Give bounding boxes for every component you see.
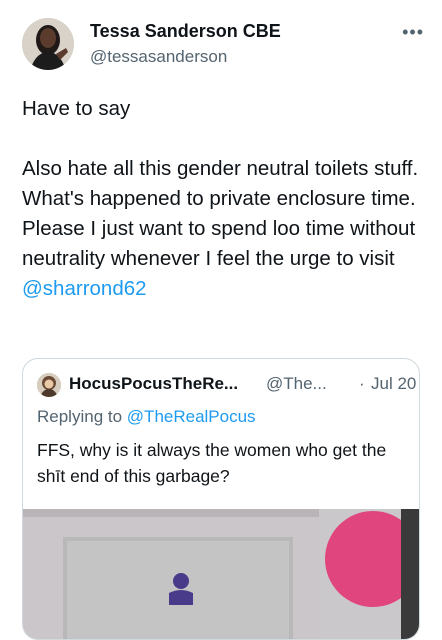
replying-to-mention[interactable]: @TheRealPocus xyxy=(127,407,256,426)
author-handle[interactable]: @tessasanderson xyxy=(90,46,281,68)
quoted-tweet-header: HocusPocusTheRe... @The... · Jul 20 xyxy=(37,373,416,397)
tweet-header: Tessa Sanderson CBE @tessasanderson ••• xyxy=(22,18,424,74)
tweet-text-line1: Have to say xyxy=(22,97,131,120)
quoted-tweet[interactable]: HocusPocusTheRe... @The... · Jul 20 Repl… xyxy=(22,358,420,640)
quoted-timestamp[interactable]: Jul 20 xyxy=(371,374,416,394)
quoted-separator: · xyxy=(359,374,365,393)
replying-to: Replying to @TheRealPocus xyxy=(37,407,256,427)
tweet: Tessa Sanderson CBE @tessasanderson ••• … xyxy=(0,0,442,640)
quoted-media-image[interactable] xyxy=(23,509,419,639)
replying-to-label: Replying to xyxy=(37,407,123,426)
author-info: Tessa Sanderson CBE @tessasanderson xyxy=(90,20,281,68)
quoted-author-handle[interactable]: @The... xyxy=(266,374,327,394)
quoted-author-name[interactable]: HocusPocusTheRe... xyxy=(69,374,238,394)
tweet-text-line2: Also hate all this gender neutral toilet… xyxy=(22,157,419,270)
tweet-text: Have to say Also hate all this gender ne… xyxy=(22,94,422,304)
quoted-tweet-text: FFS, why is it always the women who get … xyxy=(37,440,387,486)
quoted-author-avatar[interactable] xyxy=(37,373,61,397)
mention-link[interactable]: @sharrond62 xyxy=(22,277,147,300)
author-display-name[interactable]: Tessa Sanderson CBE xyxy=(90,20,281,42)
more-horizontal-icon[interactable]: ••• xyxy=(402,22,424,43)
author-avatar[interactable] xyxy=(22,18,74,70)
